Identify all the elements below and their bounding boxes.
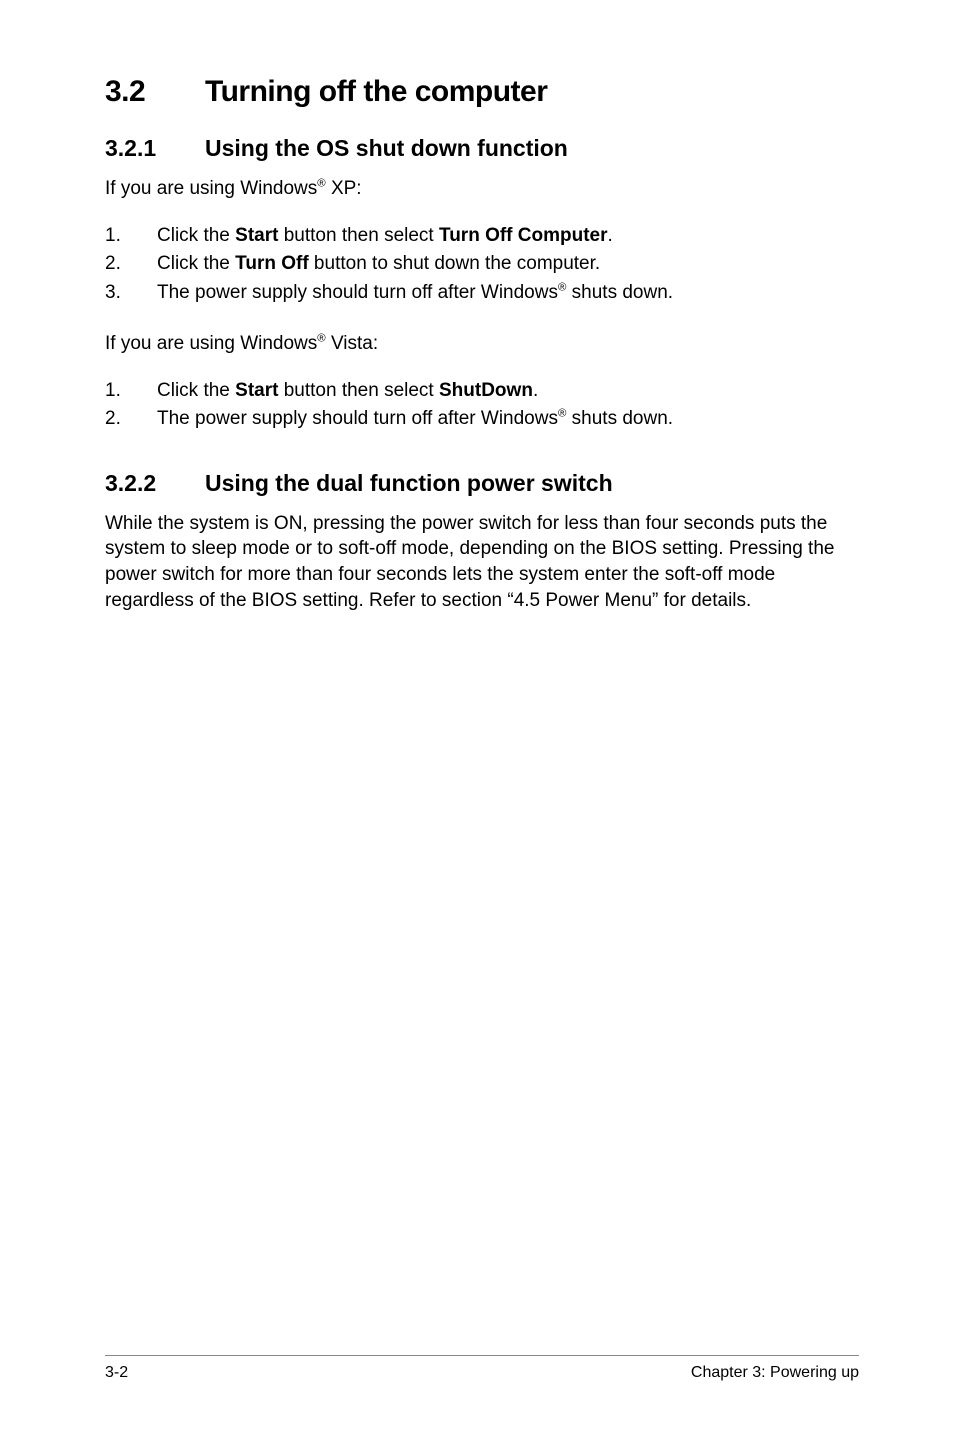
section2-body: While the system is ON, pressing the pow… xyxy=(105,511,859,614)
step-number: 3. xyxy=(105,279,121,308)
intro-vista-post: Vista: xyxy=(326,333,378,354)
step-text-post: . xyxy=(608,225,613,246)
steps-xp: 1. Click the Start button then select Tu… xyxy=(105,222,859,308)
heading-number: 3.2 xyxy=(105,75,205,109)
section-heading-2: 3.2.2Using the dual function power switc… xyxy=(105,470,859,497)
step-text-pre: The power supply should turn off after W… xyxy=(157,282,558,303)
step-text-post: shuts down. xyxy=(566,408,673,429)
registered-sup: ® xyxy=(317,333,325,345)
step-bold: ShutDown xyxy=(439,380,533,401)
step-text-pre: Click the xyxy=(157,253,235,274)
list-item: 1. Click the Start button then select Sh… xyxy=(105,377,859,406)
step-bold: Start xyxy=(235,225,278,246)
section-heading-1: 3.2.1Using the OS shut down function xyxy=(105,135,859,162)
step-number: 1. xyxy=(105,377,121,406)
step-text-post: . xyxy=(533,380,538,401)
intro-vista-pre: If you are using Windows xyxy=(105,333,317,354)
intro-xp: If you are using Windows® XP: xyxy=(105,176,859,202)
step-text-pre: Click the xyxy=(157,225,235,246)
list-item: 2. Click the Turn Off button to shut dow… xyxy=(105,250,859,279)
step-bold: Turn Off Computer xyxy=(439,225,608,246)
heading-title: Turning off the computer xyxy=(205,75,547,108)
step-text-pre: Click the xyxy=(157,380,235,401)
page-footer: 3-2 Chapter 3: Powering up xyxy=(105,1355,859,1382)
step-number: 1. xyxy=(105,222,121,251)
section2-title: Using the dual function power switch xyxy=(205,470,613,496)
steps-vista: 1. Click the Start button then select Sh… xyxy=(105,377,859,434)
list-item: 2. The power supply should turn off afte… xyxy=(105,405,859,434)
section1-title: Using the OS shut down function xyxy=(205,135,568,161)
list-item: 1. Click the Start button then select Tu… xyxy=(105,222,859,251)
list-item: 3. The power supply should turn off afte… xyxy=(105,279,859,308)
footer-right: Chapter 3: Powering up xyxy=(691,1364,859,1382)
intro-xp-pre: If you are using Windows xyxy=(105,178,317,199)
step-text-mid: button then select xyxy=(278,380,439,401)
step-text-post: shuts down. xyxy=(566,282,673,303)
step-text-mid: button to shut down the computer. xyxy=(309,253,601,274)
step-number: 2. xyxy=(105,405,121,434)
step-bold: Start xyxy=(235,380,278,401)
step-text-mid: button then select xyxy=(278,225,439,246)
step-text-pre: The power supply should turn off after W… xyxy=(157,408,558,429)
page-heading: 3.2Turning off the computer xyxy=(105,75,859,109)
section2-number: 3.2.2 xyxy=(105,470,205,497)
step-bold: Turn Off xyxy=(235,253,309,274)
intro-xp-post: XP: xyxy=(326,178,362,199)
footer-left: 3-2 xyxy=(105,1364,128,1382)
intro-vista: If you are using Windows® Vista: xyxy=(105,331,859,357)
section1-number: 3.2.1 xyxy=(105,135,205,162)
step-number: 2. xyxy=(105,250,121,279)
registered-sup: ® xyxy=(317,178,325,190)
